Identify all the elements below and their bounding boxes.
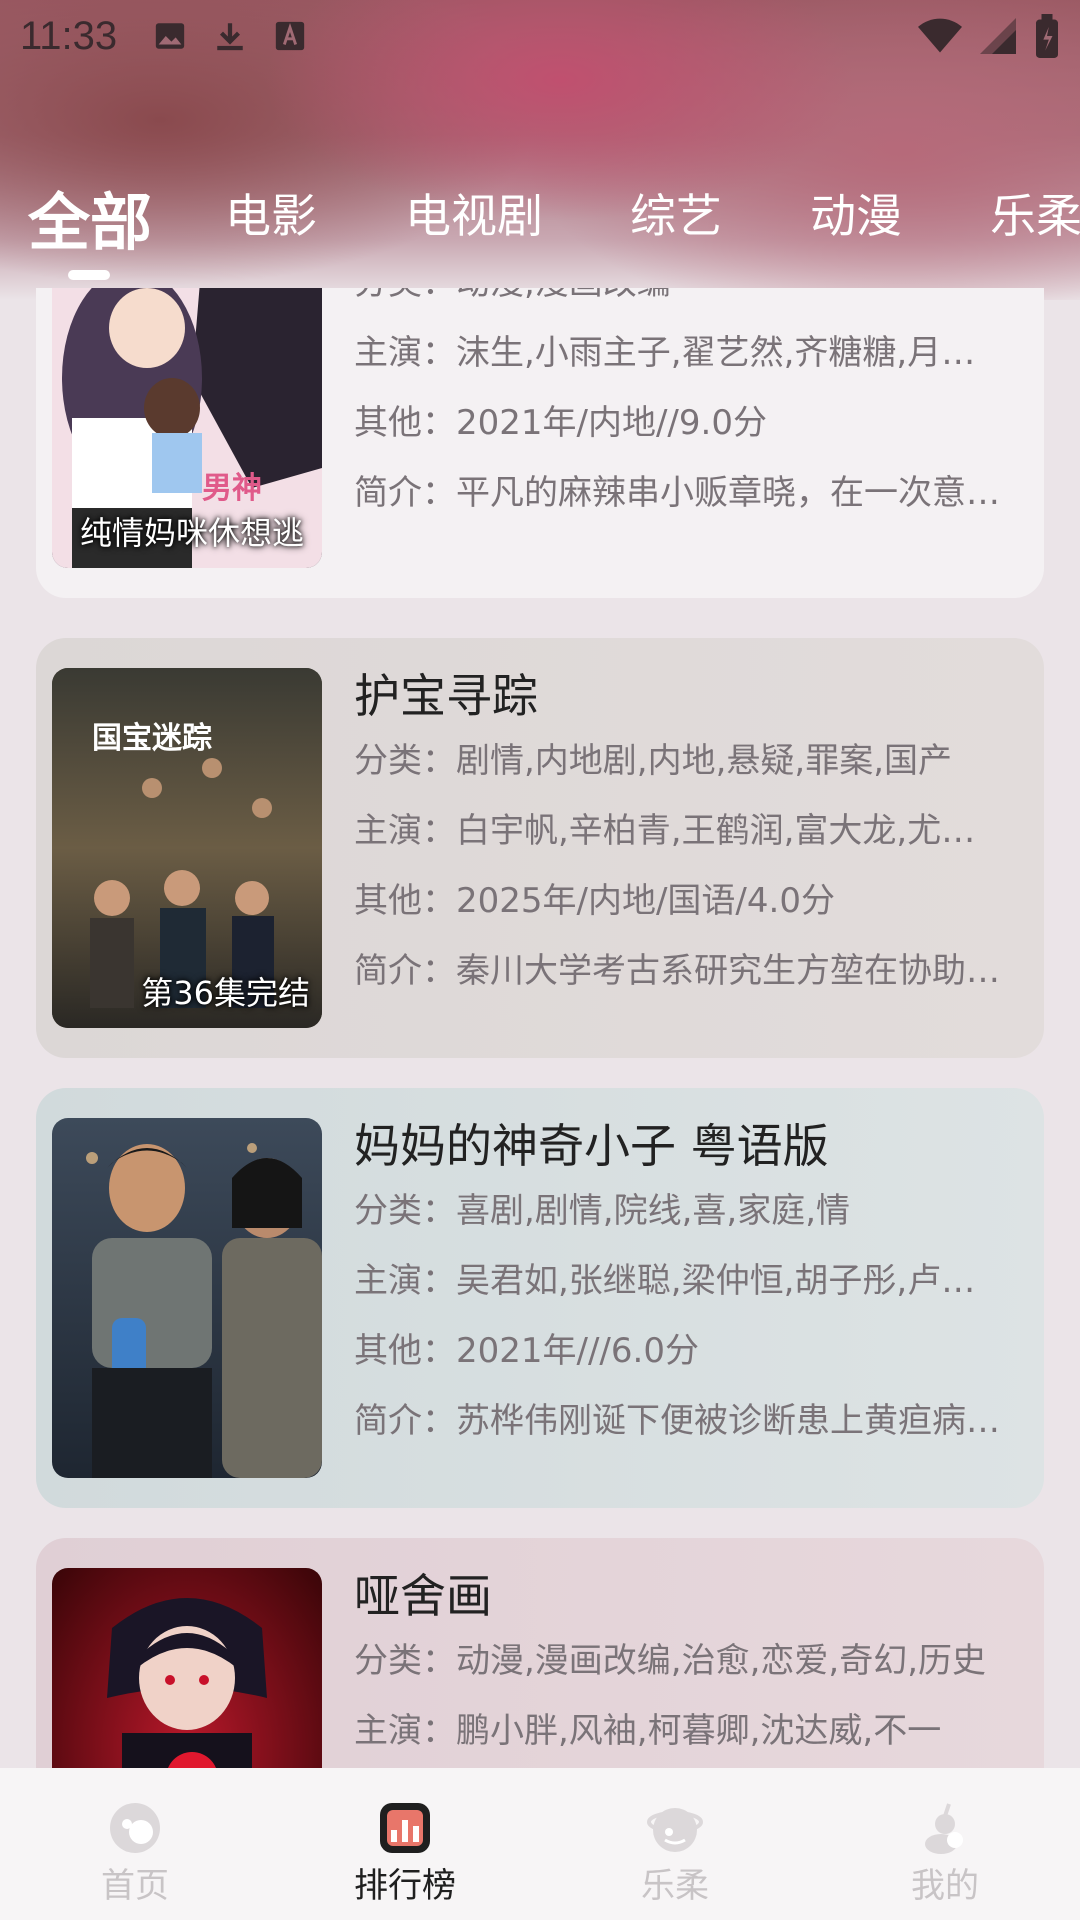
- list-item[interactable]: 妈妈的神奇小子 粤语版 分类：喜剧,剧情,院线,喜,家庭,情 主演：吴君如,张继…: [36, 1088, 1044, 1508]
- cast-value: 鹏小胖,风袖,柯暮卿,沈达威,不一: [456, 1711, 942, 1751]
- other-row: 其他：2025年/内地/国语/4.0分: [354, 881, 835, 921]
- tab-indicator: [68, 270, 110, 280]
- tab-lerou[interactable]: 乐柔: [990, 180, 1080, 246]
- category-row: 分类：剧情,内地剧,内地,悬疑,罪案,国产: [354, 741, 953, 781]
- intro-value: 苏桦伟刚诞下便被诊断患上黄疸病…: [456, 1401, 1000, 1441]
- list-item[interactable]: 哑舍画 分类：动漫,漫画改编,治愈,恋爱,奇幻,历史 主演：鹏小胖,风袖,柯暮卿…: [36, 1538, 1044, 1768]
- list-item[interactable]: 男神 纯情妈咪休想逃 分类：动漫,漫画改编 主演：沫生,小雨主子,翟艺然,齐糖糖…: [36, 288, 1044, 598]
- category-value: 喜剧,剧情,院线,喜,家庭,情: [456, 1191, 851, 1231]
- home-icon: [110, 1803, 160, 1853]
- tab-movies[interactable]: 电影: [225, 180, 317, 246]
- status-time: 11:33: [20, 13, 118, 58]
- cast-value: 沫生,小雨主子,翟艺然,齐糖糖,月…: [456, 333, 976, 373]
- wifi-icon: [918, 18, 962, 53]
- category-row: 分类：动漫,漫画改编: [354, 288, 1024, 318]
- poster-image: [52, 1568, 322, 1768]
- image-icon: [155, 23, 185, 49]
- category-tabs: 全部 电影 电视剧 综艺 动漫 乐柔: [0, 180, 1080, 280]
- cast-row: 主演：沫生,小雨主子,翟艺然,齐糖糖,月…: [354, 333, 976, 373]
- poster-image: 男神 纯情妈咪休想逃: [52, 288, 322, 568]
- other-value: 2025年/内地/国语/4.0分: [456, 881, 835, 921]
- signal-icon: [980, 18, 1016, 54]
- other-row: 其他：2021年/内地//9.0分: [354, 403, 767, 443]
- download-icon: [217, 23, 243, 51]
- nav-profile[interactable]: 我的: [810, 1768, 1080, 1920]
- tab-anime[interactable]: 动漫: [810, 180, 902, 246]
- other-row: 其他：2021年///6.0分: [354, 1331, 699, 1371]
- poster-art: [52, 1568, 322, 1768]
- category-row: 分类：动漫,漫画改编,治愈,恋爱,奇幻,历史: [354, 1641, 987, 1681]
- tab-tv-series[interactable]: 电视剧: [405, 180, 543, 246]
- poster-label: 第36集完结: [141, 974, 310, 1012]
- intro-row: 简介：秦川大学考古系研究生方堃在协助…: [354, 951, 1000, 991]
- bottom-nav: 首页 排行榜 乐柔 我的: [0, 1768, 1080, 1920]
- cast-value: 吴君如,张继聪,梁仲恒,胡子彤,卢…: [456, 1261, 976, 1301]
- category-value: 剧情,内地剧,内地,悬疑,罪案,国产: [456, 741, 953, 781]
- poster-image: [52, 1118, 322, 1478]
- cast-row: 主演：吴君如,张继聪,梁仲恒,胡子彤,卢…: [354, 1261, 976, 1301]
- cast-row: 主演：鹏小胖,风袖,柯暮卿,沈达威,不一: [354, 1711, 942, 1751]
- content-list[interactable]: 男神 纯情妈咪休想逃 分类：动漫,漫画改编 主演：沫生,小雨主子,翟艺然,齐糖糖…: [0, 288, 1080, 1768]
- intro-value: 平凡的麻辣串小贩章晓，在一次意…: [456, 473, 1000, 513]
- title: 哑舍画: [354, 1569, 492, 1623]
- tab-variety[interactable]: 综艺: [630, 180, 722, 246]
- intro-row: 简介：平凡的麻辣串小贩章晓，在一次意…: [354, 473, 1000, 513]
- intro-value: 秦川大学考古系研究生方堃在协助…: [456, 951, 1000, 991]
- poster-image: 国宝迷踪 第36集完结: [52, 668, 322, 1028]
- status-bar: 11:33: [0, 0, 1080, 72]
- other-value: 2021年/内地//9.0分: [456, 403, 767, 443]
- category-value: 动漫,漫画改编: [456, 288, 671, 303]
- poster-art: [52, 1118, 322, 1478]
- intro-row: 简介：苏桦伟刚诞下便被诊断患上黄疸病…: [354, 1401, 1000, 1441]
- font-icon: [275, 21, 305, 51]
- title: 护宝寻踪: [354, 669, 538, 723]
- poster-label: 纯情妈咪休想逃: [80, 514, 305, 552]
- cast-value: 白宇帆,辛柏青,王鹤润,富大龙,尤…: [456, 811, 976, 851]
- title: 妈妈的神奇小子 粤语版: [354, 1119, 829, 1173]
- poster-title-text: 国宝迷踪: [92, 721, 212, 756]
- category-value: 动漫,漫画改编,治愈,恋爱,奇幻,历史: [456, 1641, 987, 1681]
- other-value: 2021年///6.0分: [456, 1331, 699, 1371]
- list-item[interactable]: 国宝迷踪 第36集完结 护宝寻踪 分类：剧情,内地剧,内地,悬疑,罪案,国产 主…: [36, 638, 1044, 1058]
- cast-row: 主演：白宇帆,辛柏青,王鹤润,富大龙,尤…: [354, 811, 976, 851]
- nav-lerou[interactable]: 乐柔: [540, 1768, 810, 1920]
- planet-icon: [647, 1808, 703, 1852]
- tab-all[interactable]: 全部: [28, 180, 152, 262]
- svg-text:男神: 男神: [202, 471, 262, 506]
- ranking-icon: [380, 1803, 430, 1853]
- category-row: 分类：喜剧,剧情,院线,喜,家庭,情: [354, 1191, 851, 1231]
- battery-icon: [1036, 14, 1058, 58]
- profile-icon: [925, 1803, 963, 1854]
- nav-ranking[interactable]: 排行榜: [270, 1768, 540, 1920]
- nav-home[interactable]: 首页: [0, 1768, 270, 1920]
